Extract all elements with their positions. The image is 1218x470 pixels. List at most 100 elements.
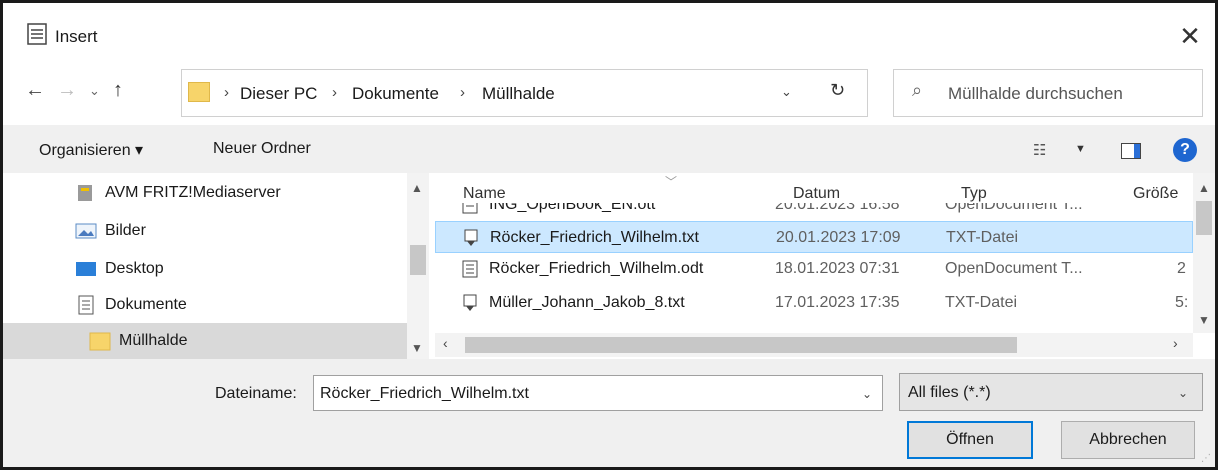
back-arrow-icon[interactable]: ← — [25, 79, 45, 102]
file-type: OpenDocument T... — [945, 260, 1083, 277]
file-list-horizontal-scrollbar[interactable]: ‹ › — [435, 333, 1193, 357]
breadcrumb-dokumente[interactable]: Dokumente — [352, 84, 439, 104]
column-header-type[interactable]: Typ — [961, 185, 987, 203]
preview-pane-icon[interactable] — [1121, 143, 1141, 159]
sort-indicator-icon: ﹀ — [665, 175, 678, 189]
up-arrow-icon[interactable]: ↑ — [113, 79, 123, 102]
column-header-date[interactable]: Datum — [793, 185, 840, 203]
dialog-footer: Dateiname: Röcker_Friedrich_Wilhelm.txt … — [3, 359, 1215, 467]
recent-locations-chevron-icon[interactable]: ⌄ — [89, 83, 100, 99]
breadcrumb-separator[interactable]: › — [224, 84, 229, 101]
sidebar-item-dokumente[interactable]: Dokumente — [3, 287, 407, 323]
folder-icon — [89, 332, 111, 351]
scrollbar-thumb[interactable] — [1196, 201, 1212, 235]
desktop-folder-icon — [76, 262, 96, 276]
column-header-size[interactable]: Größe — [1133, 185, 1178, 203]
column-header-name[interactable]: Name — [463, 185, 506, 203]
close-icon[interactable]: ✕ — [1179, 21, 1201, 52]
help-icon[interactable]: ? — [1173, 138, 1197, 162]
file-name: ING_OpenBook_EN.ott — [489, 203, 656, 213]
filter-dropdown-icon[interactable]: ⌄ — [1178, 386, 1188, 400]
sidebar-item-label: Müllhalde — [119, 332, 188, 349]
scroll-down-arrow-icon[interactable]: ▼ — [1198, 313, 1210, 327]
refresh-icon[interactable]: ↻ — [830, 80, 845, 101]
sidebar-item-label: Dokumente — [105, 296, 187, 313]
folder-icon — [188, 82, 210, 102]
odt-file-icon — [462, 260, 478, 278]
window-title: Insert — [55, 27, 98, 46]
documents-folder-icon — [78, 295, 94, 315]
scroll-up-arrow-icon[interactable]: ▲ — [1198, 181, 1210, 195]
title-bar: Insert ✕ — [3, 3, 1215, 55]
file-date: 20.01.2023 16:58 — [775, 203, 900, 213]
new-folder-button[interactable]: Neuer Ordner — [213, 140, 311, 158]
file-date: 17.01.2023 17:35 — [775, 294, 900, 311]
scrollbar-thumb[interactable] — [410, 245, 426, 275]
sidebar-item-avm-fritz-mediaserver[interactable]: AVM FRITZ!Mediaserver — [3, 175, 407, 211]
address-dropdown-icon[interactable]: ⌄ — [781, 84, 792, 100]
scroll-right-arrow-icon[interactable]: › — [1173, 335, 1178, 351]
scroll-left-arrow-icon[interactable]: ‹ — [443, 335, 448, 351]
navigation-bar: ← → ⌄ ↑ › Dieser PC › Dokumente › Müllha… — [3, 55, 1215, 125]
navigation-pane-scrollbar[interactable]: ▲ ▼ — [407, 173, 429, 359]
breadcrumb-separator[interactable]: › — [460, 84, 465, 101]
breadcrumb-dieser-pc[interactable]: Dieser PC — [240, 84, 317, 104]
filename-field[interactable]: Röcker_Friedrich_Wilhelm.txt ⌄ — [313, 375, 883, 411]
search-input[interactable]: Müllhalde durchsuchen — [948, 84, 1123, 104]
forward-arrow-icon[interactable]: → — [57, 79, 77, 102]
table-row[interactable]: ING_OpenBook_EN.ott 20.01.2023 16:58 Ope… — [435, 203, 1193, 221]
file-name: Röcker_Friedrich_Wilhelm.odt — [489, 260, 704, 277]
file-type: TXT-Datei — [945, 294, 1018, 311]
file-type: TXT-Datei — [946, 229, 1019, 246]
open-button[interactable]: Öffnen — [907, 421, 1033, 459]
text-file-icon — [463, 294, 477, 311]
sidebar-item-label: Desktop — [105, 260, 164, 277]
file-size: 2 — [1177, 260, 1186, 277]
file-date: 20.01.2023 17:09 — [776, 229, 901, 246]
file-type-filter-value[interactable]: All files (*.*) — [908, 384, 991, 402]
file-type-filter[interactable]: All files (*.*) ⌄ — [899, 373, 1203, 411]
scroll-up-arrow-icon[interactable]: ▲ — [411, 181, 423, 195]
scrollbar-thumb[interactable] — [465, 337, 1017, 353]
view-dropdown-icon[interactable]: ▼ — [1075, 143, 1086, 155]
resize-grip-icon[interactable]: ⋰ — [1201, 453, 1211, 464]
search-box[interactable]: ⌕ Müllhalde durchsuchen — [893, 69, 1203, 117]
sidebar-item-label: Bilder — [105, 222, 146, 239]
cancel-button[interactable]: Abbrechen — [1061, 421, 1195, 459]
sidebar-item-desktop[interactable]: Desktop — [3, 251, 407, 287]
filename-label: Dateiname: — [215, 385, 297, 402]
command-toolbar: Organisieren ▾ Neuer Ordner ☷ ▼ ? — [3, 125, 1215, 173]
close-button[interactable]: ✕ — [1175, 21, 1205, 51]
breadcrumb-muellhalde[interactable]: Müllhalde — [482, 84, 555, 104]
table-row[interactable]: Müller_Johann_Jakob_8.txt 17.01.2023 17:… — [435, 287, 1193, 319]
search-icon: ⌕ — [912, 80, 923, 100]
document-icon — [27, 23, 47, 45]
file-size: 5: — [1175, 294, 1189, 311]
navigation-pane: AVM FRITZ!Mediaserver Bilder Desktop Dok… — [3, 173, 435, 359]
organize-button[interactable]: Organisieren ▾ — [39, 140, 143, 160]
content-area: AVM FRITZ!Mediaserver Bilder Desktop Dok… — [3, 173, 1215, 359]
filename-dropdown-icon[interactable]: ⌄ — [862, 387, 872, 401]
table-row[interactable]: Röcker_Friedrich_Wilhelm.odt 18.01.2023 … — [435, 253, 1193, 285]
sidebar-item-muellhalde[interactable]: Müllhalde — [3, 323, 407, 359]
file-date: 18.01.2023 07:31 — [775, 260, 900, 277]
file-name: Röcker_Friedrich_Wilhelm.txt — [490, 229, 699, 246]
pictures-folder-icon — [75, 223, 97, 239]
breadcrumb-separator[interactable]: › — [332, 84, 337, 101]
address-bar[interactable]: › Dieser PC › Dokumente › Müllhalde ⌄ ↻ — [181, 69, 868, 117]
file-list-vertical-scrollbar[interactable]: ▲ ▼ — [1193, 173, 1215, 333]
view-options-icon[interactable]: ☷ — [1033, 141, 1046, 159]
insert-dialog: Insert ✕ ← → ⌄ ↑ › Dieser PC › Dokumente… — [0, 0, 1218, 470]
file-name: Müller_Johann_Jakob_8.txt — [489, 294, 685, 311]
table-row[interactable]: Röcker_Friedrich_Wilhelm.txt 20.01.2023 … — [435, 221, 1193, 253]
sidebar-item-label: AVM FRITZ!Mediaserver — [105, 184, 281, 201]
sidebar-item-bilder[interactable]: Bilder — [3, 213, 407, 249]
template-file-icon — [462, 203, 478, 214]
scroll-down-arrow-icon[interactable]: ▼ — [411, 341, 423, 355]
filename-value[interactable]: Röcker_Friedrich_Wilhelm.txt — [320, 385, 529, 403]
file-type: OpenDocument T... — [945, 203, 1083, 213]
text-file-icon — [464, 229, 478, 246]
file-rows: ING_OpenBook_EN.ott 20.01.2023 16:58 Ope… — [435, 203, 1193, 331]
file-list: ﹀ Name Datum Typ Größe ING_OpenBook_EN.o… — [435, 173, 1215, 359]
media-server-icon — [78, 185, 92, 201]
